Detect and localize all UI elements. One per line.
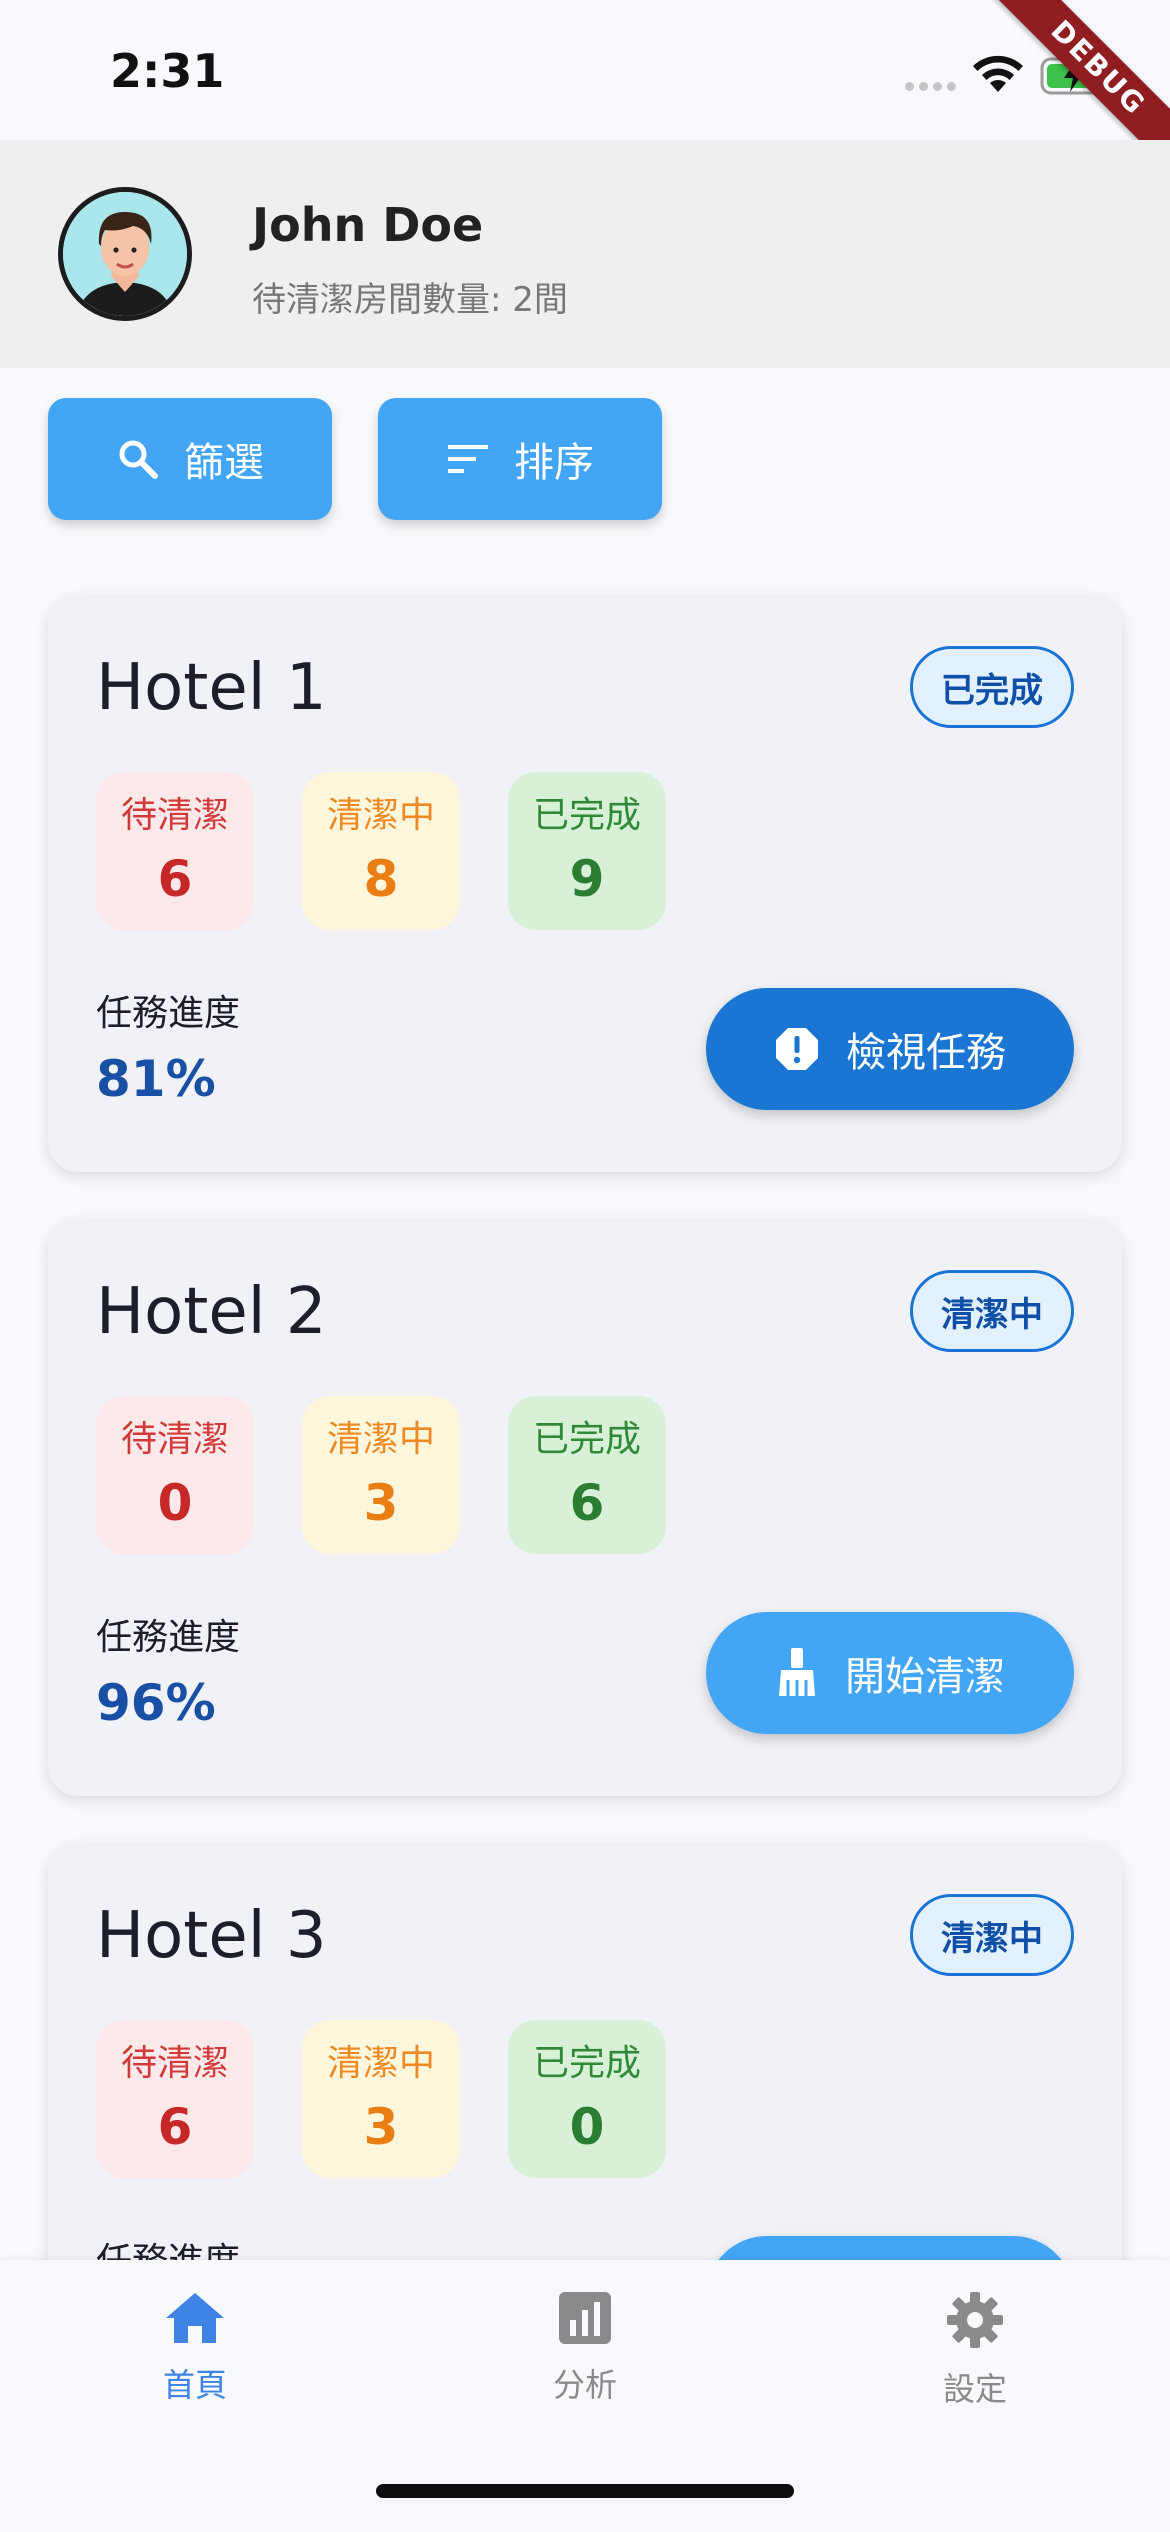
hotel-name: Hotel 3 <box>96 1899 327 1973</box>
nav-home[interactable]: 首頁 <box>85 2290 305 2406</box>
status-bar: 2:31 DEBUG <box>0 0 1170 190</box>
progress-label: 任務進度 <box>96 993 241 1034</box>
nav-home-label: 首頁 <box>162 2366 227 2404</box>
status-badge: 清潔中 <box>910 1894 1074 1976</box>
pending-count: 0 <box>157 1474 193 1532</box>
hotel-card[interactable]: Hotel 3 清潔中 待清潔 6 清潔中 3 已完成 0 任務進度 <box>48 1844 1122 2260</box>
view-tasks-label: 檢視任務 <box>846 1030 1006 1076</box>
cleaning-count-box: 清潔中 3 <box>302 1396 460 1554</box>
analytics-icon <box>559 2292 611 2344</box>
pending-count-box: 待清潔 6 <box>96 2020 254 2178</box>
pending-label: 待清潔 <box>120 2043 229 2084</box>
pending-label: 待清潔 <box>120 1419 229 1460</box>
pending-count: 6 <box>157 2098 193 2156</box>
cleaning-count: 8 <box>363 850 399 908</box>
pending-count: 6 <box>157 850 193 908</box>
done-count: 9 <box>569 850 605 908</box>
signal-icon <box>905 82 956 91</box>
status-badge: 清潔中 <box>910 1270 1074 1352</box>
alert-icon <box>776 1028 818 1070</box>
done-label: 已完成 <box>532 795 641 836</box>
start-cleaning-button[interactable]: 開始清潔 <box>706 1612 1074 1734</box>
user-name: John Doe <box>252 198 484 252</box>
settings-icon <box>947 2292 1003 2348</box>
hotel-name: Hotel 2 <box>96 1275 327 1349</box>
cleaning-label: 清潔中 <box>326 795 435 836</box>
broom-icon <box>779 1648 815 1696</box>
done-count: 0 <box>569 2098 605 2156</box>
sort-button-label: 排序 <box>514 440 594 486</box>
hotel-card[interactable]: Hotel 1 已完成 待清潔 6 清潔中 8 已完成 9 任務進度 81% 檢… <box>48 596 1122 1172</box>
filter-button-label: 篩選 <box>184 440 264 486</box>
pending-label: 待清潔 <box>120 795 229 836</box>
filter-button[interactable]: 篩選 <box>48 398 332 520</box>
task-button[interactable] <box>706 2236 1074 2260</box>
start-cleaning-label: 開始清潔 <box>845 1654 1005 1700</box>
pending-count-box: 待清潔 6 <box>96 772 254 930</box>
done-label: 已完成 <box>532 2043 641 2084</box>
done-count-box: 已完成 0 <box>508 2020 666 2178</box>
cleaning-count-box: 清潔中 8 <box>302 772 460 930</box>
profile-header: John Doe 待清潔房間數量: 2間 <box>0 140 1170 368</box>
done-count: 6 <box>569 1474 605 1532</box>
sort-button[interactable]: 排序 <box>378 398 662 520</box>
pending-count-box: 待清潔 0 <box>96 1396 254 1554</box>
progress-label: 任務進度 <box>96 1617 241 1658</box>
cleaning-label: 清潔中 <box>326 2043 435 2084</box>
avatar[interactable] <box>58 187 192 321</box>
cleaning-count-box: 清潔中 3 <box>302 2020 460 2178</box>
status-badge: 已完成 <box>910 646 1074 728</box>
hotel-card[interactable]: Hotel 2 清潔中 待清潔 0 清潔中 3 已完成 6 任務進度 96% 開… <box>48 1220 1122 1796</box>
search-icon <box>119 440 158 479</box>
nav-analysis-label: 分析 <box>552 2366 617 2404</box>
done-count-box: 已完成 6 <box>508 1396 666 1554</box>
sort-icon <box>448 445 488 473</box>
rooms-to-clean-count: 待清潔房間數量: 2間 <box>252 280 568 320</box>
nav-analysis[interactable]: 分析 <box>475 2290 695 2406</box>
cleaning-label: 清潔中 <box>326 1419 435 1460</box>
cleaning-count: 3 <box>363 1474 399 1532</box>
status-time: 2:31 <box>110 44 225 98</box>
progress-value: 81% <box>96 1050 216 1108</box>
hotel-name: Hotel 1 <box>96 651 327 725</box>
cleaning-count: 3 <box>363 2098 399 2156</box>
wifi-icon <box>973 55 1023 92</box>
nav-settings-label: 設定 <box>942 2370 1007 2408</box>
progress-value: 96% <box>96 1674 216 1732</box>
avatar-illustration <box>63 192 187 316</box>
home-icon <box>166 2293 224 2343</box>
home-indicator[interactable] <box>376 2484 794 2498</box>
done-count-box: 已完成 9 <box>508 772 666 930</box>
hotel-list[interactable]: Hotel 1 已完成 待清潔 6 清潔中 8 已完成 9 任務進度 81% 檢… <box>0 560 1170 2260</box>
nav-settings[interactable]: 設定 <box>865 2290 1085 2410</box>
progress-label: 任務進度 <box>96 2232 240 2260</box>
view-tasks-button[interactable]: 檢視任務 <box>706 988 1074 1110</box>
done-label: 已完成 <box>532 1419 641 1460</box>
